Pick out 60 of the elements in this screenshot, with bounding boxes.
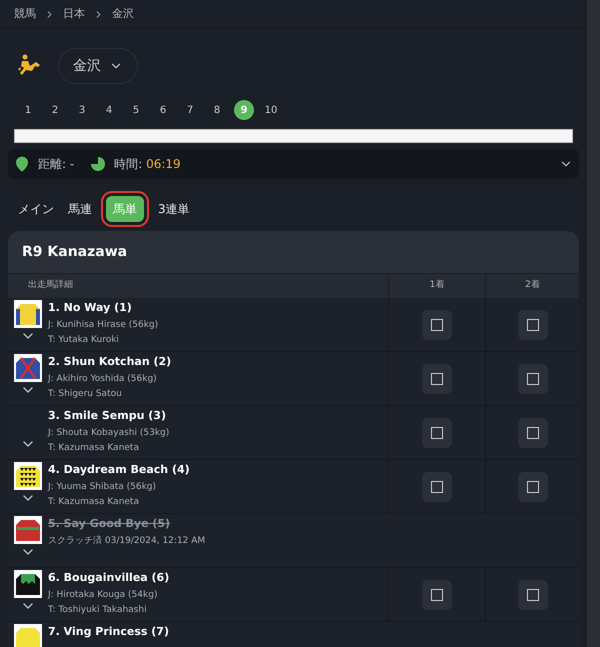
bet-type-tab[interactable]: 馬連 (64, 196, 96, 222)
pick-checkbox[interactable] (526, 480, 538, 492)
pick-checkbox[interactable] (431, 480, 443, 492)
clock-icon (90, 156, 106, 172)
distance-text: 距離: - (38, 156, 74, 173)
pick-checkbox[interactable] (431, 426, 443, 438)
pick-checkbox[interactable] (526, 318, 538, 330)
breadcrumb-link[interactable]: 金沢 (112, 6, 134, 22)
race-title: R9 Kanazawa (21, 242, 128, 262)
race-number-tab[interactable]: 1 (18, 100, 38, 120)
checkbox-tile[interactable] (518, 418, 548, 448)
jockey-text: J: Shouta Kobayashi (53kg) (48, 426, 170, 440)
breadcrumb-link[interactable]: 競馬 (14, 6, 36, 22)
venue-dropdown[interactable]: 金沢 (58, 48, 138, 84)
pick-checkbox[interactable] (431, 318, 443, 330)
horse-name: 6. Bougainvillea (6) (48, 570, 170, 586)
checkbox-tile[interactable] (422, 364, 452, 394)
checkbox-tile[interactable] (422, 310, 452, 340)
pick-checkbox[interactable] (431, 588, 443, 600)
checkbox-tile[interactable] (422, 418, 452, 448)
trainer-text: T: Kazumasa Kaneta (48, 496, 140, 509)
race-number-tab[interactable]: 10 (261, 100, 281, 120)
race-number-tab[interactable]: 8 (207, 100, 227, 120)
pick-checkbox[interactable] (526, 426, 538, 438)
horse-name: 3. Smile Sempu (3) (48, 408, 167, 424)
horse-name: 2. Shun Kotchan (2) (48, 354, 172, 370)
race-number-tab[interactable]: 4 (99, 100, 119, 120)
jockey-text: J: Yuuma Shibata (56kg) (48, 480, 158, 494)
checkbox-tile[interactable] (422, 472, 452, 502)
horse-name: 7. Ving Princess (7) (48, 624, 169, 640)
checkbox-tile[interactable] (518, 364, 548, 394)
jockey-text: J: Hirotaka Kouga (54kg) (48, 588, 158, 602)
breadcrumb-link[interactable]: 日本 (63, 6, 85, 22)
pick-checkbox[interactable] (526, 588, 538, 600)
race-number-tab[interactable]: 3 (72, 100, 92, 120)
horse-name: 4. Daydream Beach (4) (48, 462, 190, 478)
scratched-note: スクラッチ済 03/19/2024, 12:12 AM (48, 534, 206, 548)
checkbox-tile[interactable] (518, 580, 548, 610)
checkbox-tile[interactable] (518, 310, 548, 340)
race-number-tab[interactable]: 6 (153, 100, 173, 120)
trainer-text: T: Shigeru Satou (48, 388, 123, 401)
location-pin-icon (14, 156, 30, 172)
race-number-tab[interactable]: 5 (126, 100, 146, 120)
pick-checkbox[interactable] (526, 372, 538, 384)
horse-name: 1. No Way (1) (48, 300, 133, 316)
trainer-text: T: Yutaka Kuroki (48, 334, 120, 347)
time-text: 時間: 06:19 (114, 156, 181, 173)
jockey-text: J: Kunihisa Hirase (56kg) (48, 318, 158, 332)
horse-name: 5. Say Good Bye (5) (48, 516, 172, 532)
column-header: 出走馬詳細 (27, 278, 74, 292)
checkbox-tile[interactable] (422, 580, 452, 610)
race-number-tab[interactable]: 7 (180, 100, 200, 120)
bet-type-tab[interactable]: メイン (14, 196, 58, 222)
race-number-tab[interactable]: 2 (45, 100, 65, 120)
trainer-text: T: Toshiyuki Takahashi (48, 604, 148, 617)
bet-type-tab[interactable]: 3連単 (154, 196, 194, 222)
trainer-text: T: Kazumasa Kaneta (48, 442, 140, 455)
checkbox-tile[interactable] (518, 472, 548, 502)
jockey-text: J: Akihiro Yoshida (56kg) (48, 372, 158, 386)
pick-checkbox[interactable] (431, 372, 443, 384)
